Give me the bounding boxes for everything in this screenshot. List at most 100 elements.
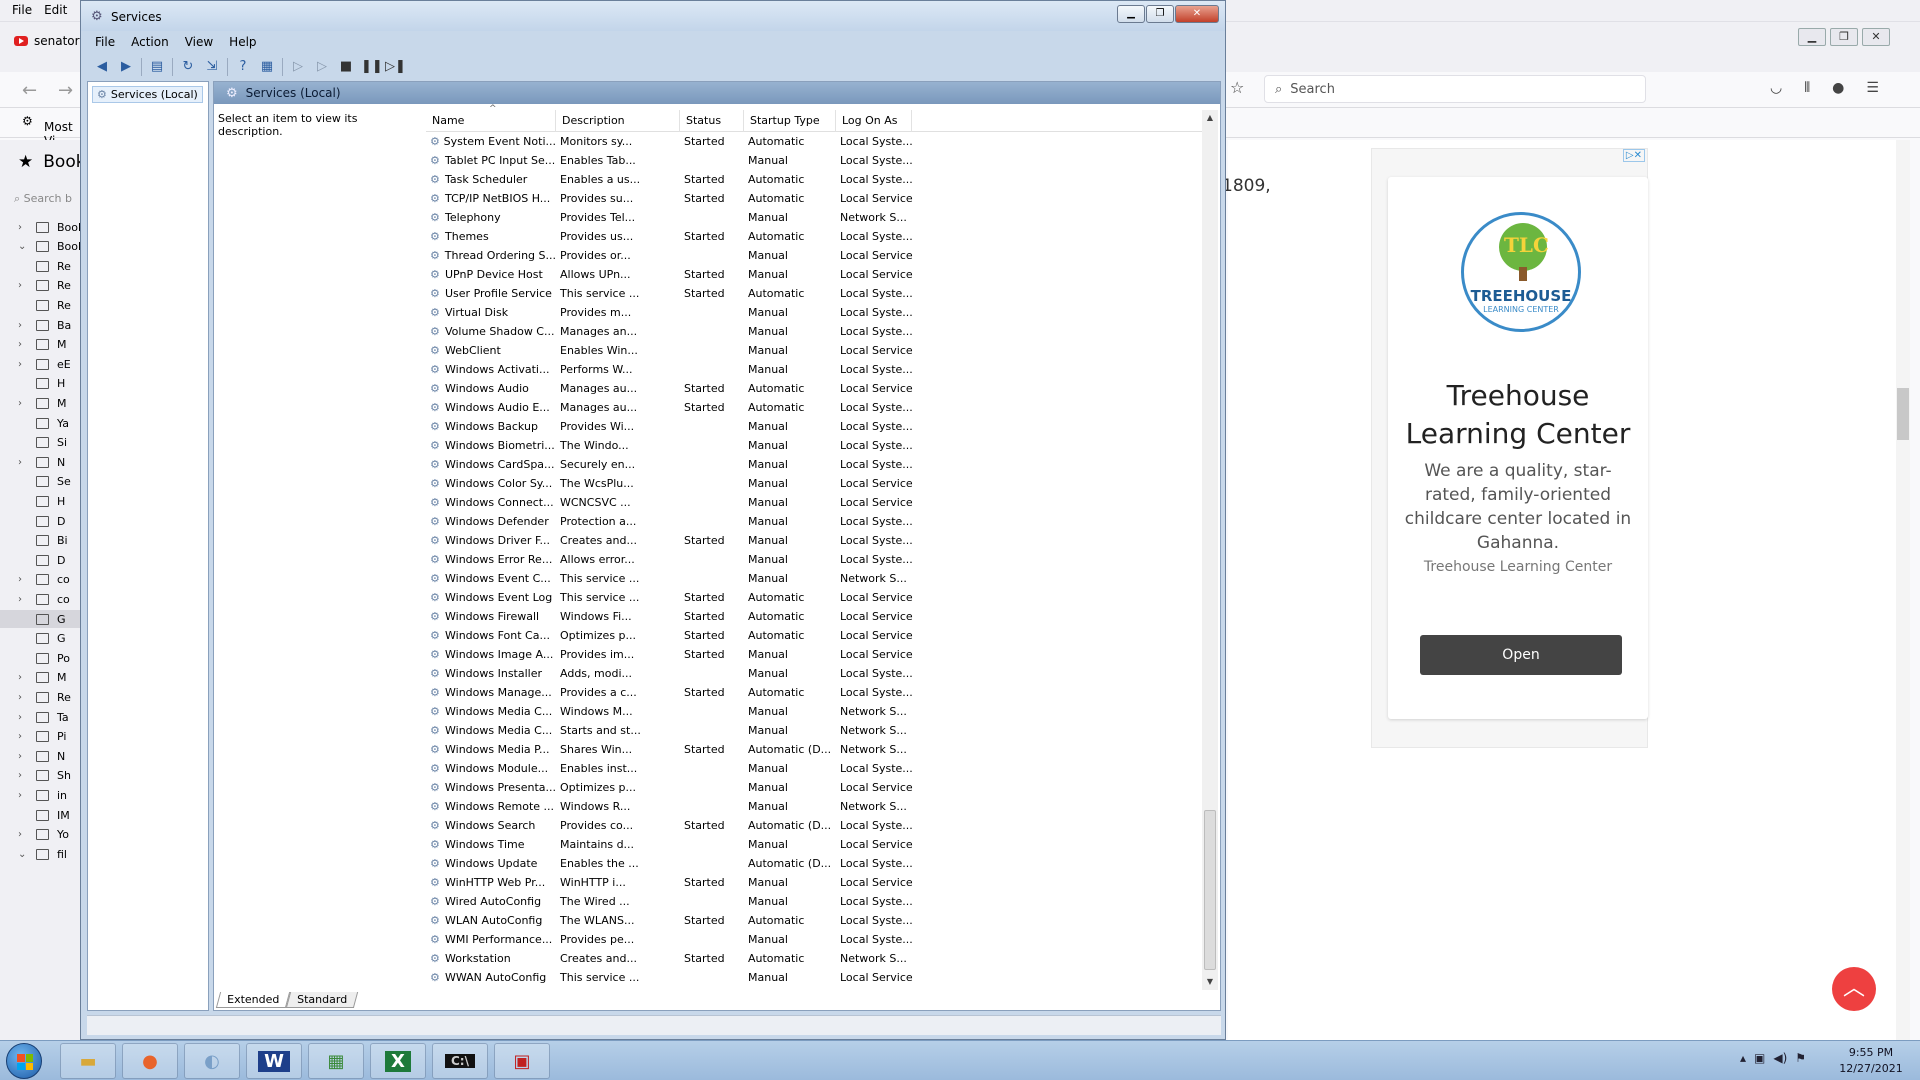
- table-row[interactable]: ⚙ Telephony Provides Tel... Manual Network S…: [426, 208, 1206, 227]
- table-row[interactable]: ⚙ Windows Media P... Shares Win... Started A…: [426, 740, 1206, 759]
- minimize-button[interactable]: ▁: [1798, 28, 1826, 46]
- tree-node-services-local[interactable]: ⚙ Services (Local): [92, 86, 203, 103]
- expand-chevron-icon[interactable]: ›: [18, 790, 28, 801]
- table-row[interactable]: ⚙ Windows Presenta... Optimizes p... Manual…: [426, 778, 1206, 797]
- expand-chevron-icon[interactable]: ›: [18, 594, 28, 605]
- menu-help[interactable]: Help: [221, 33, 264, 53]
- sidebar-item[interactable]: › Pi: [18, 728, 66, 746]
- expand-chevron-icon[interactable]: ›: [18, 770, 28, 781]
- menu-view[interactable]: View: [177, 33, 221, 53]
- sidebar-item[interactable]: Bi: [18, 532, 68, 550]
- sidebar-item[interactable]: › M: [18, 394, 67, 412]
- table-row[interactable]: ⚙ Windows Module... Enables inst... Manual L…: [426, 759, 1206, 778]
- sidebar-item[interactable]: Po: [18, 649, 70, 667]
- sidebar-item[interactable]: H: [18, 492, 65, 510]
- back-arrow-icon[interactable]: ←: [22, 80, 37, 101]
- forward-arrow-icon[interactable]: →: [58, 80, 73, 101]
- adchoices-icon[interactable]: ▷✕: [1622, 149, 1645, 162]
- sidebar-item[interactable]: › M: [18, 669, 67, 687]
- sidebar-item[interactable]: › eE: [18, 355, 71, 373]
- most-visited-bookmark[interactable]: ⚙ Most Vi: [22, 114, 73, 148]
- scroll-down-arrow-icon[interactable]: ▼: [1202, 974, 1218, 990]
- bookmark-star-icon[interactable]: ☆: [1230, 78, 1244, 97]
- table-row[interactable]: ⚙ Wired AutoConfig The Wired ... Manual Loca…: [426, 892, 1206, 911]
- minimize-button[interactable]: ▁: [1117, 5, 1145, 23]
- browser-tab[interactable]: senator: [14, 34, 80, 48]
- sidebar-item[interactable]: › in: [18, 786, 67, 804]
- sidebar-item[interactable]: Re: [18, 257, 71, 275]
- sidebar-item[interactable]: Si: [18, 434, 67, 452]
- sidebar-item[interactable]: ⌄ Book: [18, 238, 81, 256]
- table-row[interactable]: ⚙ UPnP Device Host Allows UPn... Started Man…: [426, 265, 1206, 284]
- restart-service-icon[interactable]: ▷❚: [385, 58, 406, 76]
- table-row[interactable]: ⚙ System Event Noti... Monitors sy... Start…: [426, 132, 1206, 151]
- table-row[interactable]: ⚙ Windows Update Enables the ... Automatic …: [426, 854, 1206, 873]
- expand-chevron-icon[interactable]: ›: [18, 672, 28, 683]
- sidebar-item[interactable]: G: [18, 630, 66, 648]
- account-icon[interactable]: ●: [1832, 80, 1844, 96]
- sidebar-item[interactable]: › N: [18, 747, 65, 765]
- column-header-name[interactable]: Name: [426, 110, 556, 132]
- stop-service-icon[interactable]: ■: [337, 58, 355, 76]
- forward-icon[interactable]: ▶: [117, 58, 135, 76]
- sidebar-item[interactable]: H: [18, 375, 65, 393]
- table-row[interactable]: ⚙ Windows Image A... Provides im... Started…: [426, 645, 1206, 664]
- table-row[interactable]: ⚙ WinHTTP Web Pr... WinHTTP i... Started Man…: [426, 873, 1206, 892]
- excel-taskbar-button[interactable]: X: [370, 1043, 426, 1079]
- sidebar-item[interactable]: ⌄ fil: [18, 845, 67, 863]
- table-row[interactable]: ⚙ Windows Media C... Windows M... Manual Net…: [426, 702, 1206, 721]
- table-row[interactable]: ⚙ Windows Firewall Windows Fi... Started Aut…: [426, 607, 1206, 626]
- table-row[interactable]: ⚙ Windows Time Maintains d... Manual Local S…: [426, 835, 1206, 854]
- paint-taskbar-button[interactable]: ◐: [184, 1043, 240, 1079]
- table-row[interactable]: ⚙ TCP/IP NetBIOS H... Provides su... Starte…: [426, 189, 1206, 208]
- start-button[interactable]: [6, 1043, 42, 1079]
- menu-file[interactable]: File: [87, 33, 123, 53]
- network-app-taskbar-button[interactable]: ▦: [308, 1043, 364, 1079]
- sidebar-item[interactable]: › N: [18, 453, 65, 471]
- sidebar-item[interactable]: › Yo: [18, 826, 69, 844]
- page-scrollbar-thumb[interactable]: [1897, 388, 1909, 440]
- table-row[interactable]: ⚙ Windows Event C... This service ... Manua…: [426, 569, 1206, 588]
- pause-service-icon[interactable]: ❚❚: [361, 58, 383, 76]
- table-row[interactable]: ⚙ Workstation Creates and... Started Automat…: [426, 949, 1206, 968]
- browser-menu-edit[interactable]: Edit: [40, 0, 75, 17]
- file-explorer-taskbar-button[interactable]: ▬: [60, 1043, 116, 1079]
- expand-chevron-icon[interactable]: ›: [18, 731, 28, 742]
- scroll-up-arrow-icon[interactable]: ▲: [1202, 110, 1218, 126]
- ad-open-button[interactable]: Open: [1420, 635, 1622, 675]
- table-row[interactable]: ⚙ Windows Error Re... Allows error... Manua…: [426, 550, 1206, 569]
- table-row[interactable]: ⚙ WebClient Enables Win... Manual Local Serv…: [426, 341, 1206, 360]
- table-row[interactable]: ⚙ Windows Driver F... Creates and... Starte…: [426, 531, 1206, 550]
- expand-chevron-icon[interactable]: ›: [18, 751, 28, 762]
- sidebar-item[interactable]: › Re: [18, 277, 71, 295]
- show-hide-console-tree-icon[interactable]: ▤: [148, 58, 166, 76]
- hamburger-menu-icon[interactable]: ☰: [1866, 80, 1879, 96]
- table-row[interactable]: ⚙ WWAN AutoConfig This service ... Manual Lo…: [426, 968, 1206, 987]
- table-row[interactable]: ⚙ Volume Shadow C... Manages an... Manual Lo…: [426, 322, 1206, 341]
- table-row[interactable]: ⚙ Windows Remote ... Windows R... Manual Net…: [426, 797, 1206, 816]
- column-header-description[interactable]: Description: [556, 110, 680, 132]
- sidebar-item[interactable]: › co: [18, 590, 70, 608]
- expand-chevron-icon[interactable]: ›: [18, 222, 28, 233]
- sidebar-item[interactable]: D: [18, 551, 65, 569]
- expand-chevron-icon[interactable]: ›: [18, 320, 28, 331]
- sidebar-item[interactable]: › Ba: [18, 316, 71, 334]
- start-service-icon[interactable]: ▷: [289, 58, 307, 76]
- scroll-to-top-button[interactable]: ︿: [1832, 967, 1876, 1011]
- tab-extended[interactable]: Extended: [215, 992, 291, 1008]
- taskbar-clock[interactable]: 9:55 PM 12/27/2021: [1836, 1045, 1906, 1077]
- table-row[interactable]: ⚙ Windows Backup Provides Wi... Manual Local…: [426, 417, 1206, 436]
- expand-chevron-icon[interactable]: ⌄: [18, 849, 28, 860]
- column-header-startup-type[interactable]: Startup Type: [744, 110, 836, 132]
- table-row[interactable]: ⚙ Task Scheduler Enables a us... Started Aut…: [426, 170, 1206, 189]
- table-row[interactable]: ⚙ Windows Manage... Provides a c... Started…: [426, 683, 1206, 702]
- close-button[interactable]: ✕: [1862, 28, 1890, 46]
- table-row[interactable]: ⚙ Windows Installer Adds, modi... Manual Loc…: [426, 664, 1206, 683]
- network-icon[interactable]: ▣: [1754, 1051, 1765, 1065]
- firefox-taskbar-button[interactable]: ●: [122, 1043, 178, 1079]
- expand-chevron-icon[interactable]: ›: [18, 398, 28, 409]
- services-list-scrollbar[interactable]: ▲ ▼: [1202, 110, 1218, 990]
- table-row[interactable]: ⚙ Windows Connect... WCNCSVC ... Manual Loca…: [426, 493, 1206, 512]
- action-center-flag-icon[interactable]: ⚑: [1795, 1051, 1806, 1065]
- table-row[interactable]: ⚙ Thread Ordering S... Provides or... Manua…: [426, 246, 1206, 265]
